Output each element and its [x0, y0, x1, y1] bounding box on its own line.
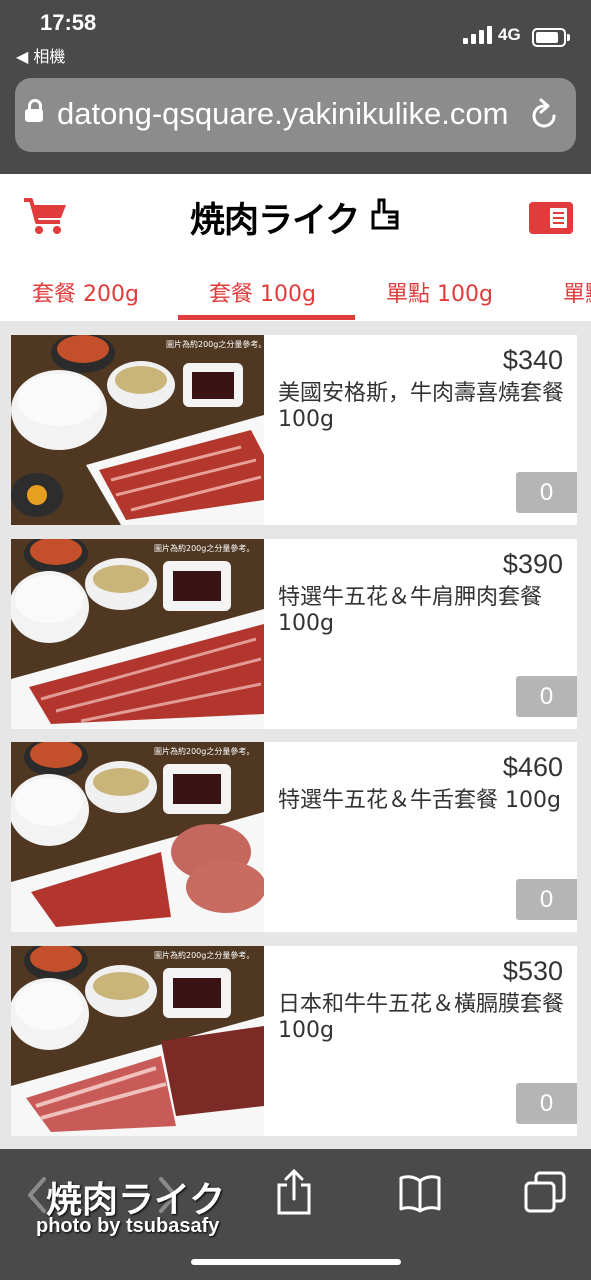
- tabs-icon[interactable]: [524, 1171, 566, 1213]
- quantity-button[interactable]: 0: [516, 1083, 577, 1124]
- product-photo: 圖片為約200g之分量參考。: [11, 742, 264, 932]
- photo-caption: 圖片為約200g之分量參考。: [154, 950, 254, 960]
- share-icon[interactable]: [276, 1169, 312, 1215]
- url-text[interactable]: datong-qsquare.yakinikulike.com: [57, 96, 519, 132]
- reload-icon[interactable]: [528, 98, 560, 132]
- photo-caption: 圖片為約200g之分量參考。: [154, 746, 254, 756]
- quantity-button[interactable]: 0: [516, 676, 577, 717]
- product-price: $530: [502, 956, 563, 986]
- product-photo: 圖片為約200g之分量參考。: [11, 335, 264, 525]
- clock: 17:58: [40, 10, 97, 35]
- product-name: 特選牛五花＆牛舌套餐 100g: [278, 788, 561, 813]
- product-price: $460: [502, 752, 563, 782]
- lock-icon: [25, 99, 43, 122]
- product-price: $390: [502, 549, 563, 579]
- site-logo[interactable]: 焼肉ライク: [190, 190, 405, 244]
- home-indicator[interactable]: [191, 1259, 401, 1265]
- battery-icon: [532, 28, 570, 47]
- browser-toolbar: 焼肉ライク photo by tsubasafy: [0, 1149, 591, 1280]
- category-tabs: 套餐 200g 套餐 100g 單點 100g 單點: [0, 260, 591, 321]
- watermark-credit: photo by tsubasafy: [36, 1215, 220, 1237]
- address-bar[interactable]: datong-qsquare.yakinikulike.com: [15, 78, 576, 152]
- quantity-button[interactable]: 0: [516, 879, 577, 920]
- product-photo: 圖片為約200g之分量參考。: [11, 946, 264, 1136]
- product-photo: 圖片為約200g之分量參考。: [11, 539, 264, 729]
- browser-address-area: datong-qsquare.yakinikulike.com: [0, 70, 591, 174]
- back-icon[interactable]: [26, 1175, 48, 1215]
- status-bar: 17:58 ◀ 相機 4G: [0, 0, 591, 70]
- quantity-button[interactable]: 0: [516, 472, 577, 513]
- cellular-signal-icon: [463, 26, 493, 44]
- product-name: 日本和牛牛五花＆橫膈膜套餐 100g: [278, 992, 565, 1043]
- product-card[interactable]: 圖片為約200g之分量參考。 $530 日本和牛牛五花＆橫膈膜套餐 100g 0: [11, 946, 577, 1136]
- cart-icon[interactable]: [22, 196, 68, 236]
- site-header: 焼肉ライク: [0, 174, 591, 260]
- tab-single-more[interactable]: 單點: [563, 276, 591, 308]
- back-to-app-link[interactable]: ◀ 相機: [16, 43, 65, 67]
- product-price: $340: [502, 345, 563, 375]
- network-type: 4G: [498, 25, 521, 44]
- product-card[interactable]: 圖片為約200g之分量參考。 $390 特選牛五花＆牛肩胛肉套餐 100g 0: [11, 539, 577, 729]
- photo-caption: 圖片為約200g之分量參考。: [154, 543, 254, 553]
- bookmarks-icon[interactable]: [398, 1173, 442, 1213]
- logo-text: 焼肉ライク: [190, 201, 360, 241]
- product-list: 圖片為約200g之分量參考。 $340 美國安格斯，牛肉壽喜燒套餐 100g 0…: [0, 321, 591, 1149]
- thumbs-up-icon: [371, 198, 399, 230]
- product-card[interactable]: 圖片為約200g之分量參考。 $460 特選牛五花＆牛舌套餐 100g 0: [11, 742, 577, 932]
- tab-single-100g[interactable]: 單點 100g: [386, 276, 493, 308]
- active-tab-indicator: [178, 315, 355, 320]
- menu-icon[interactable]: [529, 202, 573, 234]
- product-name: 美國安格斯，牛肉壽喜燒套餐 100g: [278, 381, 565, 432]
- photo-caption: 圖片為約200g之分量參考。: [166, 339, 264, 349]
- tab-set-200g[interactable]: 套餐 200g: [32, 276, 139, 308]
- tab-set-100g[interactable]: 套餐 100g: [209, 276, 316, 308]
- product-name: 特選牛五花＆牛肩胛肉套餐 100g: [278, 585, 543, 636]
- product-card[interactable]: 圖片為約200g之分量參考。 $340 美國安格斯，牛肉壽喜燒套餐 100g 0: [11, 335, 577, 525]
